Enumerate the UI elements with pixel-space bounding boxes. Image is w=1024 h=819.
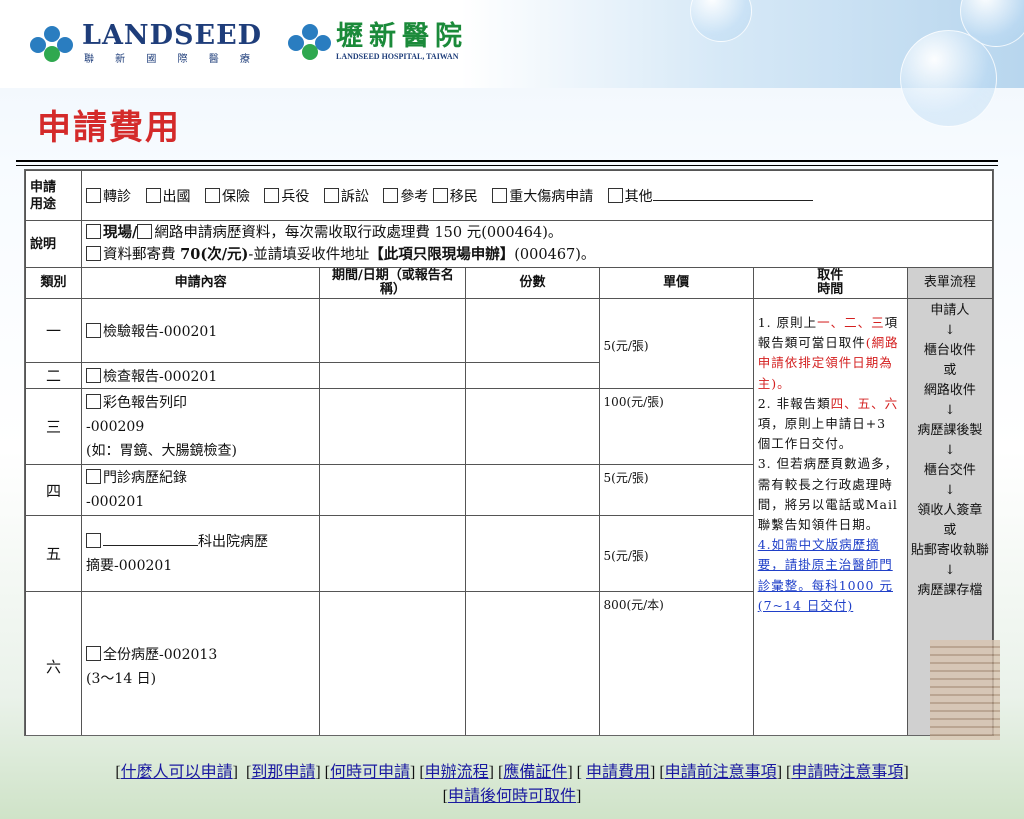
header-unit-price: 單價 — [598, 267, 754, 299]
purpose-option[interactable]: 轉診 — [86, 187, 131, 205]
divider — [16, 160, 998, 162]
row-content: 門診病歷紀錄 -000201 — [81, 464, 321, 516]
checkbox[interactable] — [86, 322, 102, 338]
purpose-option[interactable]: 出國 — [145, 187, 191, 205]
description-label: 說明 — [25, 220, 83, 268]
logo-en-subtitle: 聯 新 國 際 醫 療 — [84, 54, 259, 65]
fee-table: 申請 用途 轉診 出國 保險 兵役 訴訟 參考 移民 重大傷病申請 其他 說明 … — [25, 170, 993, 735]
purpose-option[interactable]: 兵役 — [264, 187, 309, 205]
row-category: 五 — [25, 515, 83, 592]
copies-cell[interactable] — [465, 464, 600, 516]
header-pickup-time: 取件 時間 — [752, 267, 908, 299]
header-category: 類別 — [25, 267, 83, 299]
copies-cell[interactable] — [465, 388, 600, 465]
purpose-option[interactable]: 參考 — [383, 187, 428, 205]
purpose-option[interactable]: 移民 — [432, 187, 478, 205]
row-content: 檢驗報告-000201 — [81, 298, 321, 363]
header-content: 申請內容 — [81, 267, 321, 299]
row-category: 一 — [25, 298, 83, 363]
row-category: 六 — [25, 591, 83, 735]
checkbox[interactable] — [86, 393, 102, 409]
period-cell[interactable] — [319, 515, 467, 592]
row-content: 彩色報告列印 -000209 (如：胃鏡、大腸鏡檢查) — [81, 388, 321, 465]
row-category: 三 — [25, 388, 83, 465]
row-price: 100(元/張) — [598, 388, 754, 465]
purpose-label: 申請 用途 — [25, 170, 83, 221]
checkbox[interactable] — [86, 469, 102, 484]
purpose-options: 轉診 出國 保險 兵役 訴訟 參考 移民 重大傷病申請 其他 — [81, 170, 993, 221]
copies-cell[interactable] — [465, 515, 600, 592]
period-cell[interactable] — [319, 362, 467, 389]
hospital-zh-name: 壢新醫院 — [336, 21, 468, 52]
purpose-option[interactable]: 保險 — [204, 187, 250, 205]
footer-nav: [什麼人可以申請] [到那申請] [何時可申請] [申辦流程] [應備証件] [… — [115, 764, 909, 805]
page-title: 申請費用 — [37, 108, 181, 148]
row-price: 5(元/張) — [598, 464, 754, 516]
header-flow: 表單流程 — [906, 267, 993, 299]
checkbox[interactable] — [86, 224, 102, 239]
nav-link-who-can-apply[interactable]: 什麼人可以申請 — [121, 764, 233, 781]
hospital-en-name: LANDSEED HOSPITAL, TAIWAN — [336, 52, 459, 61]
row-content: 檢查報告-000201 — [81, 362, 321, 389]
checkbox[interactable] — [86, 367, 102, 383]
clover-icon — [288, 23, 332, 60]
description-text: 現場/網路申請病歷資料，每次需收取行政處理費 150 元(000464)。 資料… — [81, 220, 993, 268]
hospital-logo: 壢新醫院 LANDSEED HOSPITAL, TAIWAN — [288, 22, 468, 61]
period-cell[interactable] — [319, 591, 467, 735]
nav-link-when-to-apply[interactable]: 何時可申請 — [330, 764, 410, 781]
fee-table-container: 申請 用途 轉診 出國 保險 兵役 訴訟 參考 移民 重大傷病申請 其他 說明 … — [24, 169, 994, 736]
nav-link-pickup-time[interactable]: 申請後何時可取件 — [448, 788, 576, 805]
period-cell[interactable] — [319, 388, 467, 465]
purpose-option[interactable]: 其他 — [607, 187, 813, 205]
copies-cell[interactable] — [465, 362, 600, 389]
landseed-logo: LANDSEED 聯 新 國 際 醫 療 — [30, 22, 262, 65]
copies-cell[interactable] — [465, 591, 600, 735]
divider — [16, 165, 998, 166]
nav-link-documents[interactable]: 應備証件 — [503, 764, 567, 781]
period-cell[interactable] — [319, 464, 467, 516]
row-price: 5(元/張) — [598, 515, 754, 592]
row-price: 800(元/本) — [598, 591, 754, 735]
row-price: 5(元/張) — [598, 298, 754, 389]
header-period: 期間/日期（或報告名稱） — [319, 267, 467, 299]
clover-icon — [30, 25, 74, 62]
row-content: 全份病歷-002013 (3～14 日) — [81, 591, 321, 735]
period-cell[interactable] — [319, 298, 467, 363]
row-content: 科出院病歷 摘要-000201 — [81, 515, 321, 592]
header-copies: 份數 — [465, 267, 600, 299]
purpose-option[interactable]: 重大傷病申請 — [492, 187, 593, 205]
row-category: 四 — [25, 464, 83, 516]
checkbox[interactable] — [86, 532, 102, 548]
nav-link-during-notes[interactable]: 申請時注意事項 — [791, 764, 903, 781]
copies-cell[interactable] — [465, 298, 600, 363]
hospital-building-image — [930, 640, 1000, 740]
checkbox[interactable] — [86, 645, 102, 661]
nav-link-before-notes[interactable]: 申請前注意事項 — [665, 764, 777, 781]
purpose-option[interactable]: 訴訟 — [323, 187, 369, 205]
pickup-time-notes: 1. 原則上一、二、三項報告類可當日取件(網路申請依排定領件日期為主)。 2. … — [752, 298, 908, 735]
nav-link-where-to-apply[interactable]: 到那申請 — [251, 764, 315, 781]
table-row: 一 檢驗報告-000201 5(元/張) 1. 原則上一、二、三項報告類可當日取… — [25, 298, 993, 735]
nav-link-process[interactable]: 申辦流程 — [425, 764, 489, 781]
nav-link-fees[interactable]: 申請費用 — [586, 764, 650, 781]
checkbox[interactable] — [137, 224, 153, 239]
row-category: 二 — [25, 362, 83, 389]
checkbox[interactable] — [86, 246, 102, 261]
logo-en-name: LANDSEED — [82, 20, 263, 51]
